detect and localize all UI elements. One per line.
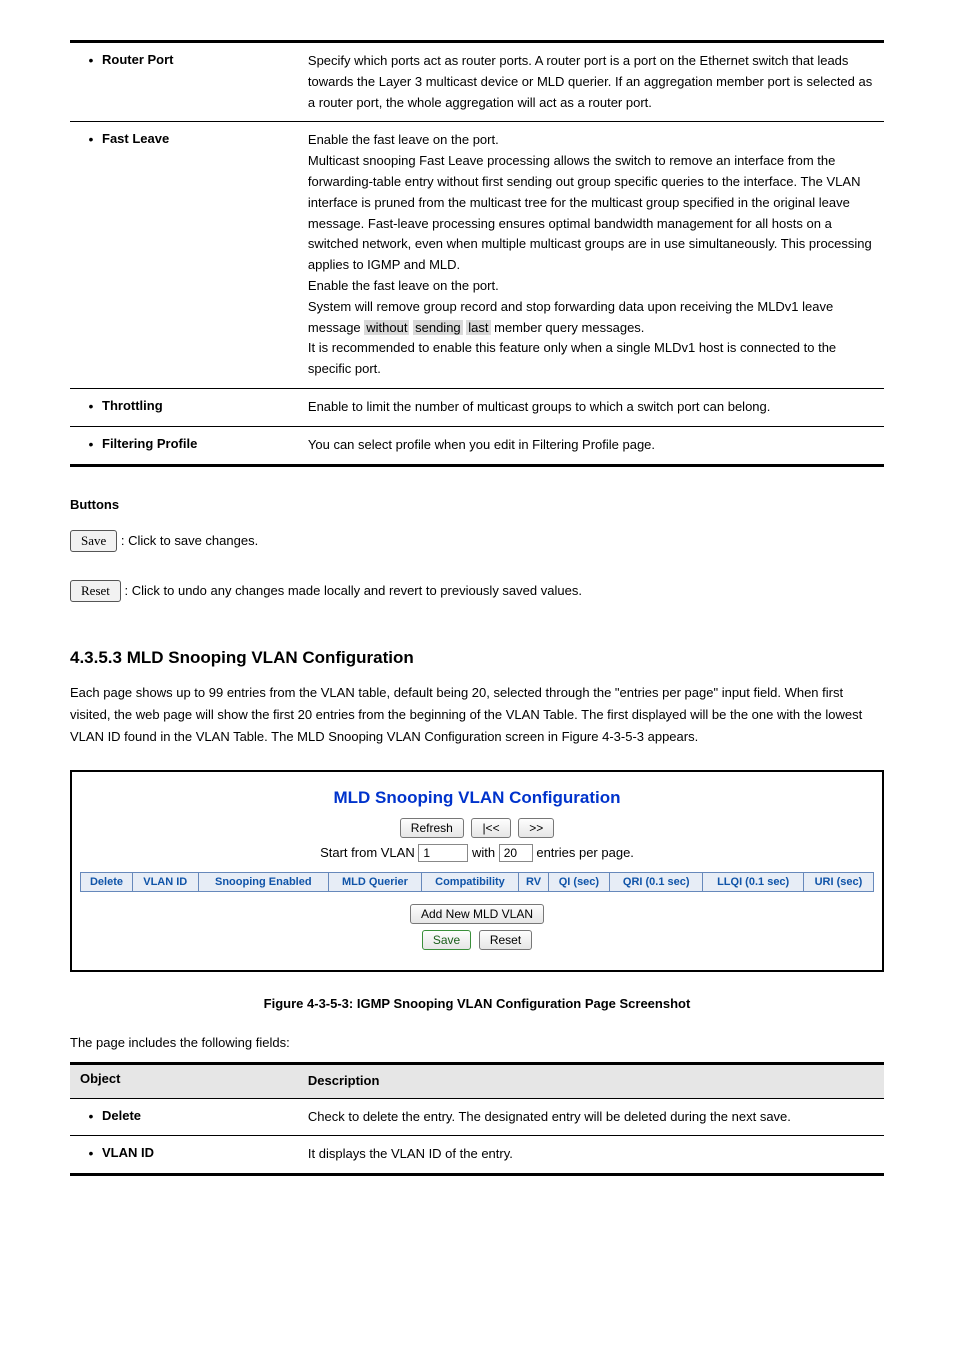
row-desc: You can select profile when you edit in … (298, 426, 884, 465)
add-new-mld-vlan-button[interactable]: Add New MLD VLAN (410, 904, 544, 924)
row-desc: Check to delete the entry. The designate… (298, 1098, 884, 1136)
save-desc: : Click to save changes. (121, 533, 258, 548)
row-desc: Enable to limit the number of multicast … (298, 388, 884, 426)
section-heading: 4.3.5.3 MLD Snooping VLAN Configuration (70, 648, 884, 668)
row-label: Router Port (102, 51, 174, 69)
reset-button[interactable]: Reset (479, 930, 532, 950)
refresh-button[interactable]: Refresh (400, 818, 464, 838)
vlan-config-table: DeleteVLAN IDSnooping EnabledMLD Querier… (80, 872, 874, 892)
start-vlan-input[interactable] (418, 844, 468, 862)
row-desc: It displays the VLAN ID of the entry. (298, 1136, 884, 1175)
object-desc-table-1: • Router Port Specify which ports act as… (70, 40, 884, 467)
object-desc-table-2: Object Description • Delete Check to del… (70, 1062, 884, 1176)
col-object: Object (70, 1063, 298, 1098)
reset-button-image: Reset (70, 580, 121, 602)
screenshot-title: MLD Snooping VLAN Configuration (80, 788, 874, 808)
col-header: QRI (0.1 sec) (609, 872, 703, 891)
row-label: Fast Leave (102, 130, 169, 148)
next-page-button[interactable]: >> (518, 818, 554, 838)
col-header: URI (sec) (803, 872, 873, 891)
start-from-label: Start from VLAN (320, 845, 415, 860)
col-header: QI (sec) (548, 872, 609, 891)
col-header: RV (519, 872, 549, 891)
section-body: Each page shows up to 99 entries from th… (70, 682, 884, 748)
row-label: VLAN ID (102, 1144, 154, 1162)
row-desc: Specify which ports act as router ports.… (298, 42, 884, 122)
col-header: LLQI (0.1 sec) (703, 872, 803, 891)
col-header: VLAN ID (132, 872, 198, 891)
first-page-button[interactable]: |<< (471, 818, 510, 838)
row-label: Delete (102, 1107, 141, 1125)
row-label: Filtering Profile (102, 435, 197, 453)
col-header: MLD Querier (329, 872, 422, 891)
with-label: with (472, 845, 495, 860)
col-header: Snooping Enabled (198, 872, 329, 891)
figure-caption: Figure 4-3-5-3: IGMP Snooping VLAN Confi… (70, 996, 884, 1011)
save-button[interactable]: Save (422, 930, 471, 950)
reset-desc: : Click to undo any changes made locally… (125, 583, 582, 598)
col-header: Compatibility (421, 872, 518, 891)
fields-intro: The page includes the following fields: (70, 1035, 884, 1050)
config-screenshot: MLD Snooping VLAN Configuration Refresh … (70, 770, 884, 972)
col-header: Delete (81, 872, 133, 891)
save-button-image: Save (70, 530, 117, 552)
buttons-heading: Buttons (70, 497, 884, 512)
row-desc-html: Enable the fast leave on the port.Multic… (298, 122, 884, 389)
entries-input[interactable] (499, 844, 533, 862)
col-description: Description (298, 1063, 884, 1098)
entries-suffix: entries per page. (536, 845, 634, 860)
row-label: Throttling (102, 397, 163, 415)
